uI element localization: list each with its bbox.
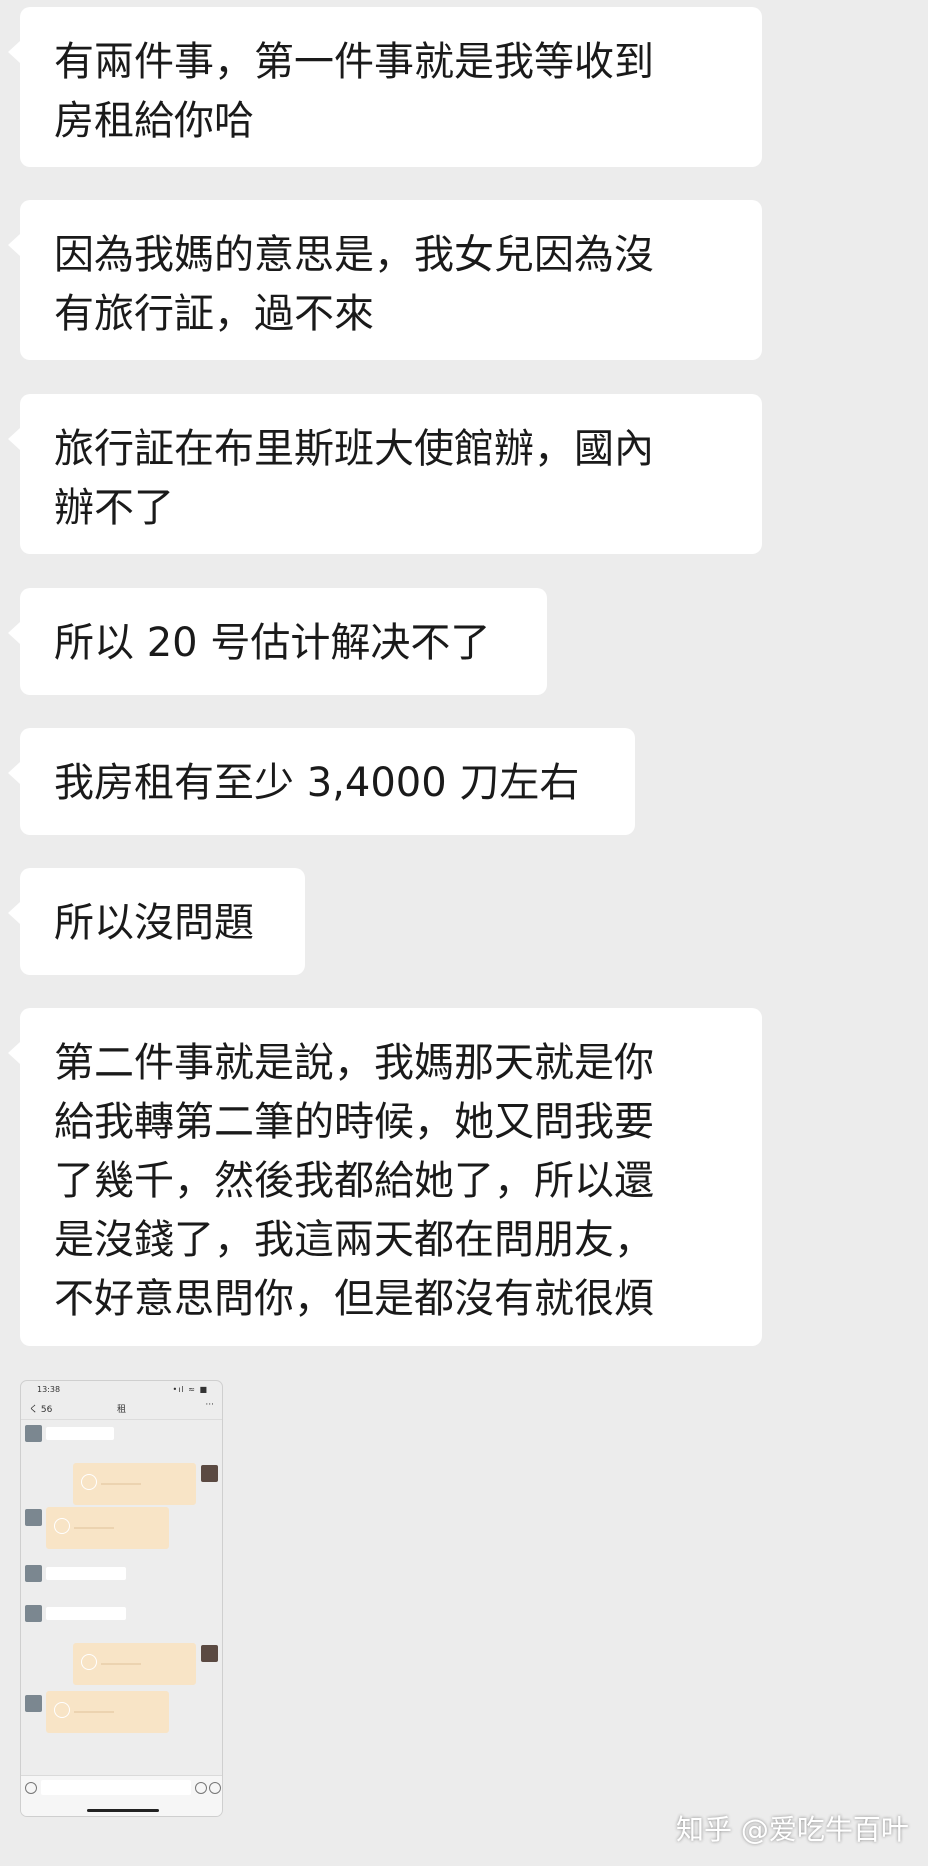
message-line: 所以 20 号估计解决不了	[54, 620, 491, 666]
chat-bubble[interactable]: 有兩件事，第一件事就是我等收到 房租給你哈	[8, 7, 762, 167]
message-line: 辦不了	[54, 485, 174, 531]
thumb-transfer-card	[73, 1463, 196, 1505]
chat-bubble[interactable]: 我房租有至少 3,4000 刀左右	[8, 728, 635, 835]
thumb-status-bar: 13:38 •ıl ≈ ■	[21, 1381, 222, 1399]
thumb-transfer-card	[73, 1643, 196, 1685]
thumb-avatar	[201, 1645, 218, 1662]
message-line: 了幾千，然後我都給她了，所以還	[54, 1158, 654, 1204]
thumb-avatar	[25, 1565, 42, 1582]
thumb-text-message	[46, 1607, 126, 1620]
thumb-transfer-card	[46, 1691, 169, 1733]
message-line: 因為我媽的意思是，我女兒因為沒	[54, 232, 654, 278]
thumb-text-field	[41, 1780, 191, 1795]
thumb-voice-icon	[25, 1782, 37, 1794]
chat-bubble[interactable]: 因為我媽的意思是，我女兒因為沒 有旅行証，過不來	[8, 200, 762, 360]
message-line: 所以沒問題	[54, 900, 254, 946]
thumb-avatar	[25, 1695, 42, 1712]
thumb-chat-title: 租	[116, 1405, 126, 1415]
thumb-nav-bar: く 56 租 ···	[21, 1399, 222, 1420]
message-line: 不好意思問你，但是都沒有就很煩	[54, 1276, 654, 1322]
thumb-text-message	[46, 1567, 126, 1580]
message-line: 我房租有至少 3,4000 刀左右	[54, 760, 580, 806]
message-line: 有兩件事，第一件事就是我等收到	[54, 39, 654, 85]
thumb-timestamp	[21, 1591, 222, 1598]
image-message-screenshot[interactable]: 13:38 •ıl ≈ ■ く 56 租 ···	[20, 1380, 223, 1817]
chat-bubble[interactable]: 所以 20 号估计解决不了	[8, 588, 547, 695]
thumb-plus-icon	[209, 1782, 221, 1794]
thumb-home-indicator	[87, 1809, 159, 1812]
message-line: 房租給你哈	[54, 98, 254, 144]
thumb-avatar	[25, 1509, 42, 1526]
thumb-input-bar	[21, 1775, 222, 1816]
message-line: 第二件事就是說，我媽那天就是你	[54, 1040, 654, 1086]
thumb-more-icon: ···	[205, 1400, 214, 1410]
message-line: 有旅行証，過不來	[54, 291, 374, 337]
thumb-avatar	[25, 1425, 42, 1442]
chat-bubble[interactable]: 所以沒問題	[8, 868, 305, 975]
thumb-timestamp	[21, 1631, 222, 1638]
message-line: 是沒錢了，我這兩天都在問朋友，	[54, 1217, 654, 1263]
thumb-text-message	[46, 1427, 114, 1440]
thumb-timestamp	[21, 1451, 222, 1458]
thumb-transfer-card	[46, 1507, 169, 1549]
thumb-status-time: 13:38	[37, 1385, 61, 1394]
message-line: 旅行証在布里斯班大使館辦，國內	[54, 426, 654, 472]
thumb-signal-icon: •ıl ≈ ■	[172, 1385, 208, 1394]
thumb-avatar	[201, 1465, 218, 1482]
thumb-emoji-icon	[195, 1782, 207, 1794]
chat-bubble[interactable]: 旅行証在布里斯班大使館辦，國內 辦不了	[8, 394, 762, 554]
chat-bubble[interactable]: 第二件事就是說，我媽那天就是你 給我轉第二筆的時候，她又問我要 了幾千，然後我都…	[8, 1008, 762, 1346]
thumb-avatar	[25, 1605, 42, 1622]
watermark: 知乎 @爱吃牛百叶	[676, 1813, 909, 1846]
message-line: 給我轉第二筆的時候，她又問我要	[54, 1099, 654, 1145]
